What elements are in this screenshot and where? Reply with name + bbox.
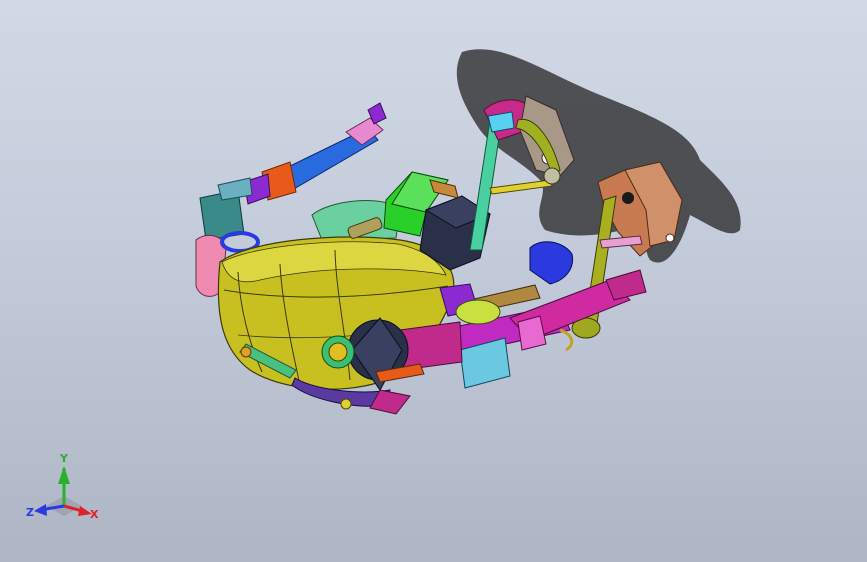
z-axis-label: Z bbox=[26, 506, 34, 519]
main-body[interactable] bbox=[217, 236, 455, 407]
model-shadow bbox=[456, 49, 741, 263]
y-axis-label: Y bbox=[59, 452, 69, 465]
x-axis-label: X bbox=[90, 508, 99, 521]
axis-triad: Y X Z bbox=[24, 448, 104, 528]
front-arm[interactable] bbox=[439, 241, 647, 389]
cad-viewport[interactable] bbox=[0, 0, 867, 562]
